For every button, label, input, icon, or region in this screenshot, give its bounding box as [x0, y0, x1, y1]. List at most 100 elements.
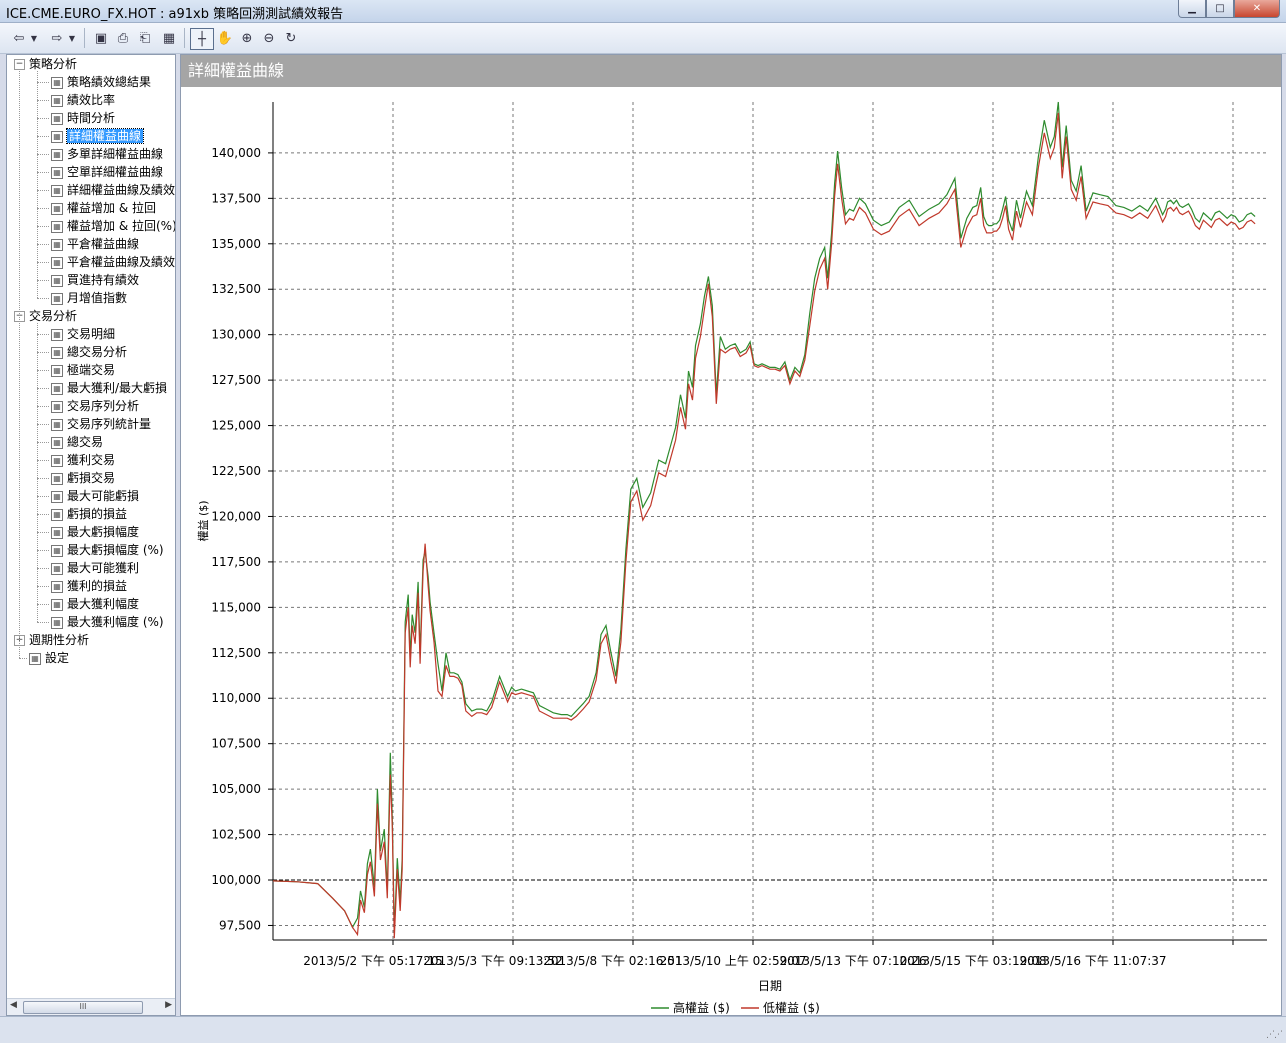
- report-icon: ▦: [51, 472, 63, 485]
- zoom-out-icon[interactable]: ⊖: [258, 28, 280, 48]
- report-icon: ▦: [51, 544, 63, 557]
- tree-item[interactable]: ▦ 多單詳細權益曲線: [51, 145, 163, 163]
- zoom-in-icon[interactable]: ⊕: [236, 28, 258, 48]
- report-icon: ▦: [51, 76, 63, 89]
- y-tick-label: 100,000: [211, 873, 261, 887]
- equity-curve-chart[interactable]: 97,500 100,000 102,500 105,000 107,500 110,00…: [181, 88, 1281, 1014]
- tree-item[interactable]: ▦ 交易序列分析: [51, 397, 139, 415]
- back-dropdown-icon[interactable]: ▼: [28, 28, 40, 48]
- tree-item-settings[interactable]: ▦ 設定: [29, 649, 69, 667]
- report-icon: ▦: [51, 580, 63, 593]
- tree-item[interactable]: ▦ 權益增加 & 拉回: [51, 199, 156, 217]
- tree-item-label: 最大獲利幅度 (%): [67, 615, 164, 629]
- table-icon[interactable]: ▦: [158, 28, 180, 48]
- report-icon: ▦: [51, 436, 63, 449]
- tree-item[interactable]: ▦ 權益增加 & 拉回(%): [51, 217, 175, 235]
- tree-item[interactable]: ▦ 最大虧損幅度: [51, 523, 139, 541]
- report-icon: ▦: [51, 364, 63, 377]
- tree-item[interactable]: ▦ 詳細權益曲線及績效: [51, 181, 175, 199]
- resize-grip-icon[interactable]: ⋰⋰: [1266, 1030, 1283, 1040]
- report-icon: ▦: [51, 148, 63, 161]
- reset-icon[interactable]: ↻: [280, 28, 302, 48]
- tree-connector: [37, 352, 49, 353]
- tree-item[interactable]: ▦ 最大可能虧損: [51, 487, 139, 505]
- scroll-thumb[interactable]: III: [23, 1001, 143, 1014]
- tree-item[interactable]: ▦ 交易序列統計量: [51, 415, 151, 433]
- tree-item[interactable]: ▦ 月增值指數: [51, 289, 127, 307]
- close-button[interactable]: ✕: [1234, 0, 1280, 18]
- tree-item-label: 獲利的損益: [67, 579, 128, 593]
- y-tick-label: 115,000: [211, 600, 261, 614]
- tree-item-label: 極端交易: [67, 363, 116, 377]
- y-tick-label: 105,000: [211, 782, 261, 796]
- tree-item[interactable]: ▦ 獲利交易: [51, 451, 115, 469]
- tree-item[interactable]: ▦ 最大獲利/最大虧損: [51, 379, 167, 397]
- panel-header: 詳細權益曲線: [181, 55, 1281, 87]
- tree-item[interactable]: ▦ 平倉權益曲線: [51, 235, 139, 253]
- hand-icon[interactable]: ✋: [214, 28, 236, 48]
- tree-connector: [37, 262, 49, 263]
- tree-item-label: 詳細權益曲線及績效: [67, 183, 176, 197]
- tree-item[interactable]: ▦ 時間分析: [51, 109, 115, 127]
- tree-item[interactable]: ▦ 空單詳細權益曲線: [51, 163, 163, 181]
- tree-item[interactable]: ▦ 最大獲利幅度: [51, 595, 139, 613]
- y-tick-label: 107,500: [211, 737, 261, 751]
- tree-horizontal-scrollbar[interactable]: ◀ III ▶: [7, 998, 175, 1015]
- report-icon: ▦: [51, 508, 63, 521]
- y-tick-label: 137,500: [211, 191, 261, 205]
- tree-connector: [37, 190, 49, 191]
- save-icon[interactable]: ▣: [90, 28, 112, 48]
- tree-item[interactable]: ▦ 績效比率: [51, 91, 115, 109]
- report-icon: ▦: [51, 202, 63, 215]
- tree-item[interactable]: ▦ 虧損交易: [51, 469, 115, 487]
- forward-icon[interactable]: ⇨: [46, 28, 68, 48]
- maximize-button[interactable]: □: [1206, 0, 1234, 18]
- scroll-left-icon[interactable]: ◀: [10, 1000, 17, 1010]
- report-icon: ▦: [51, 184, 63, 197]
- x-tick-label: 2013/5/2 下午 05:17:15: [303, 954, 442, 968]
- tree-connector: [37, 532, 49, 533]
- tree-item[interactable]: ▦ 獲利的損益: [51, 577, 127, 595]
- report-icon: ▦: [51, 454, 63, 467]
- y-tick-label: 110,000: [211, 691, 261, 705]
- tree-group[interactable]: − 交易分析: [14, 307, 77, 325]
- report-tree-panel: − 策略分析 ▦ 策略績效總結果 ▦ 績效比率 ▦ 時間分析 ▦ 詳細權益曲線 ▦ 多單詳細權益曲線 ▦…: [6, 54, 176, 1016]
- scroll-right-icon[interactable]: ▶: [165, 1000, 172, 1010]
- tree-item-label: 虧損的損益: [67, 507, 128, 521]
- tree-connector: [37, 370, 49, 371]
- pointer-icon[interactable]: ┼: [190, 28, 214, 50]
- tree-item[interactable]: ▦ 交易明細: [51, 325, 115, 343]
- y-tick-label: 120,000: [211, 509, 261, 523]
- back-icon[interactable]: ⇦: [8, 28, 30, 48]
- minimize-button[interactable]: ▁: [1178, 0, 1206, 18]
- tree-item[interactable]: ▦ 最大獲利幅度 (%): [51, 613, 164, 631]
- tree-item[interactable]: ▦ 極端交易: [51, 361, 115, 379]
- forward-dropdown-icon[interactable]: ▼: [66, 28, 78, 48]
- tree-item-label: 詳細權益曲線: [65, 128, 145, 144]
- preview-icon[interactable]: ⎙: [112, 28, 134, 48]
- tree-connector: [37, 514, 49, 515]
- tree-item[interactable]: ▦ 平倉權益曲線及績效: [51, 253, 175, 271]
- report-icon: ▦: [51, 292, 63, 305]
- tree-item[interactable]: ▦ 買進持有績效: [51, 271, 139, 289]
- report-icon: ▦: [51, 490, 63, 503]
- tree-item[interactable]: ▦ 最大可能獲利: [51, 559, 139, 577]
- tree-item[interactable]: ▦ 虧損的損益: [51, 505, 127, 523]
- tree-item[interactable]: ▦ 總交易: [51, 433, 103, 451]
- tree-item[interactable]: ▦ 詳細權益曲線: [51, 127, 145, 145]
- tree-item-label: 策略績效總結果: [67, 75, 152, 89]
- report-icon: ▦: [51, 166, 63, 179]
- legend-entry: 低權益 ($): [763, 1001, 820, 1014]
- report-icon: ▦: [51, 562, 63, 575]
- tree-connector: [37, 71, 38, 298]
- tree-item-label: 交易明細: [67, 327, 116, 341]
- tree-group[interactable]: + 週期性分析: [14, 631, 89, 649]
- tree-item[interactable]: ▦ 最大虧損幅度 (%): [51, 541, 164, 559]
- report-icon: ▦: [51, 220, 63, 233]
- tree-group[interactable]: − 策略分析: [14, 55, 77, 73]
- tree-connector: [37, 172, 49, 173]
- tree-item[interactable]: ▦ 策略績效總結果: [51, 73, 151, 91]
- tree-item[interactable]: ▦ 總交易分析: [51, 343, 127, 361]
- print-icon[interactable]: ⎗: [134, 28, 156, 48]
- y-tick-label: 140,000: [211, 146, 261, 160]
